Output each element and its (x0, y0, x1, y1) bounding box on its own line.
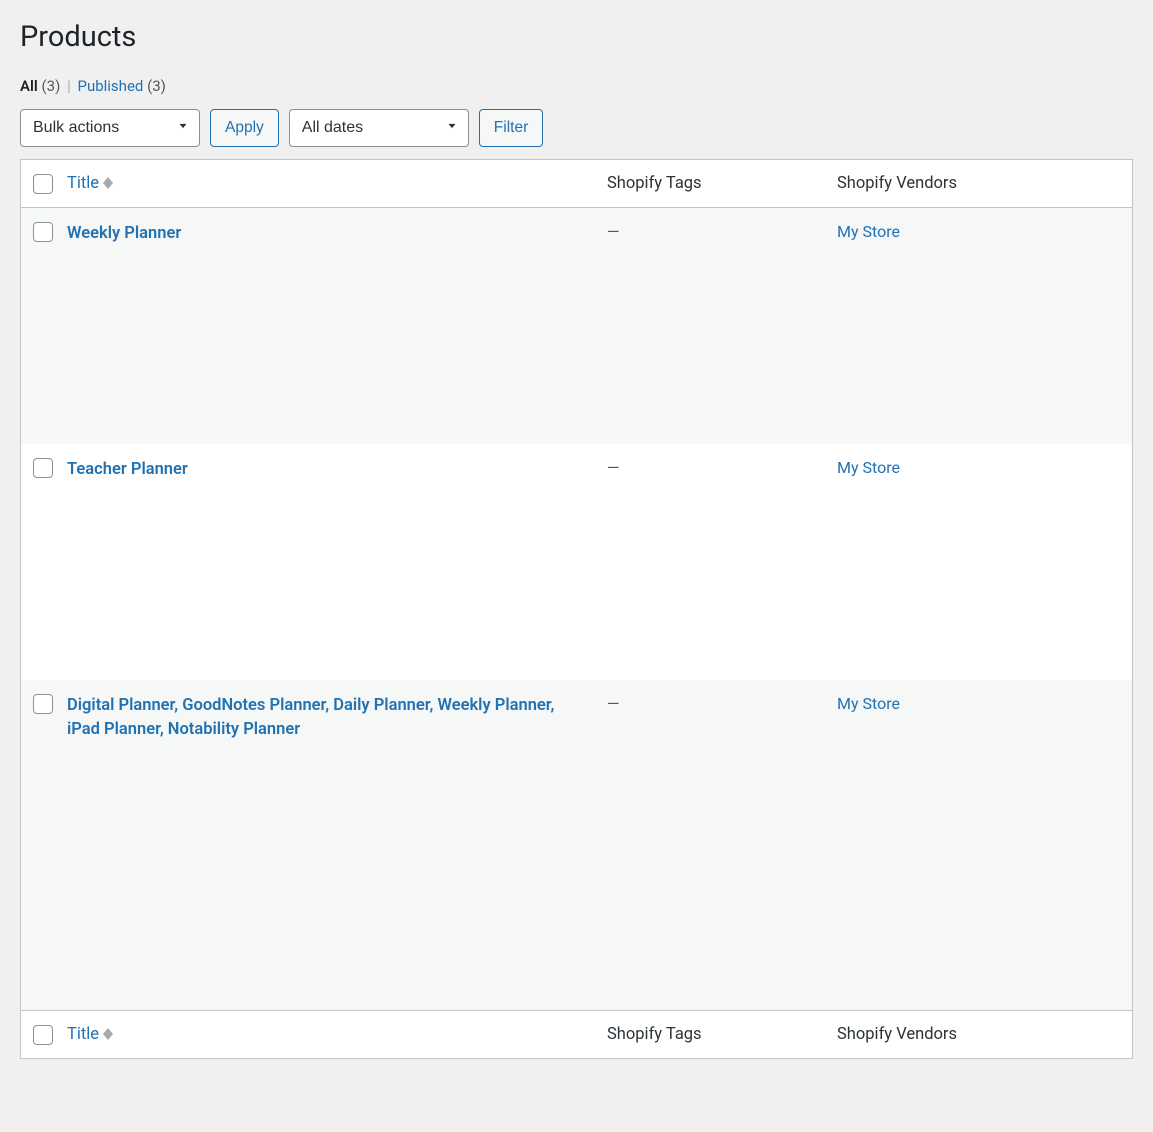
column-header-tags: Shopify Tags (597, 160, 827, 208)
product-vendor-link[interactable]: My Store (837, 222, 900, 241)
product-title-link[interactable]: Teacher Planner (67, 458, 188, 482)
product-tags: — (607, 222, 620, 241)
column-header-vendors: Shopify Vendors (827, 160, 1132, 208)
bulk-actions-wrap: Bulk actions (20, 109, 200, 147)
dates-select[interactable]: All dates (289, 109, 469, 147)
row-checkbox[interactable] (33, 222, 53, 242)
select-all-footer (21, 1010, 57, 1058)
products-table: Title Shopify Tags Shopify Vendors Weekl… (20, 159, 1133, 1059)
row-checkbox[interactable] (33, 694, 53, 714)
page-title: Products (20, 10, 1133, 61)
table-row: Weekly Planner — My Store (21, 208, 1132, 444)
column-title-label: Title (67, 174, 99, 193)
apply-button[interactable]: Apply (210, 109, 279, 147)
row-checkbox[interactable] (33, 458, 53, 478)
column-footer-vendors: Shopify Vendors (827, 1010, 1132, 1058)
filter-button[interactable]: Filter (479, 109, 543, 147)
bulk-actions-select[interactable]: Bulk actions (20, 109, 200, 147)
filter-published-count: (3) (147, 77, 166, 95)
product-tags: — (607, 694, 620, 713)
column-footer-tags: Shopify Tags (597, 1010, 827, 1058)
view-filter-links: All (3) | Published (3) (20, 77, 1133, 95)
filter-all-link[interactable]: All (3) (20, 77, 64, 95)
dates-wrap: All dates (289, 109, 469, 147)
table-row: Teacher Planner — My Store (21, 444, 1132, 680)
tablenav-top: Bulk actions Apply All dates Filter (20, 109, 1133, 147)
filter-separator: | (64, 77, 74, 95)
table-row: Digital Planner, GoodNotes Planner, Dail… (21, 680, 1132, 1010)
product-title-link[interactable]: Digital Planner, GoodNotes Planner, Dail… (67, 694, 587, 742)
sort-icon (103, 177, 113, 189)
product-vendor-link[interactable]: My Store (837, 694, 900, 713)
column-footer-title: Title (57, 1010, 597, 1058)
filter-all-count: (3) (42, 77, 61, 95)
select-all-checkbox[interactable] (33, 174, 53, 194)
select-all-checkbox-footer[interactable] (33, 1025, 53, 1045)
column-header-title: Title (57, 160, 597, 208)
column-title-label: Title (67, 1025, 99, 1044)
filter-published-link[interactable]: Published (3) (77, 77, 165, 95)
product-tags: — (607, 458, 620, 477)
select-all-header (21, 160, 57, 208)
filter-all-label: All (20, 77, 38, 95)
sort-by-title[interactable]: Title (67, 174, 113, 193)
product-vendor-link[interactable]: My Store (837, 458, 900, 477)
product-title-link[interactable]: Weekly Planner (67, 222, 181, 246)
sort-by-title-footer[interactable]: Title (67, 1025, 113, 1044)
sort-icon (103, 1028, 113, 1040)
filter-published-label: Published (77, 77, 143, 95)
